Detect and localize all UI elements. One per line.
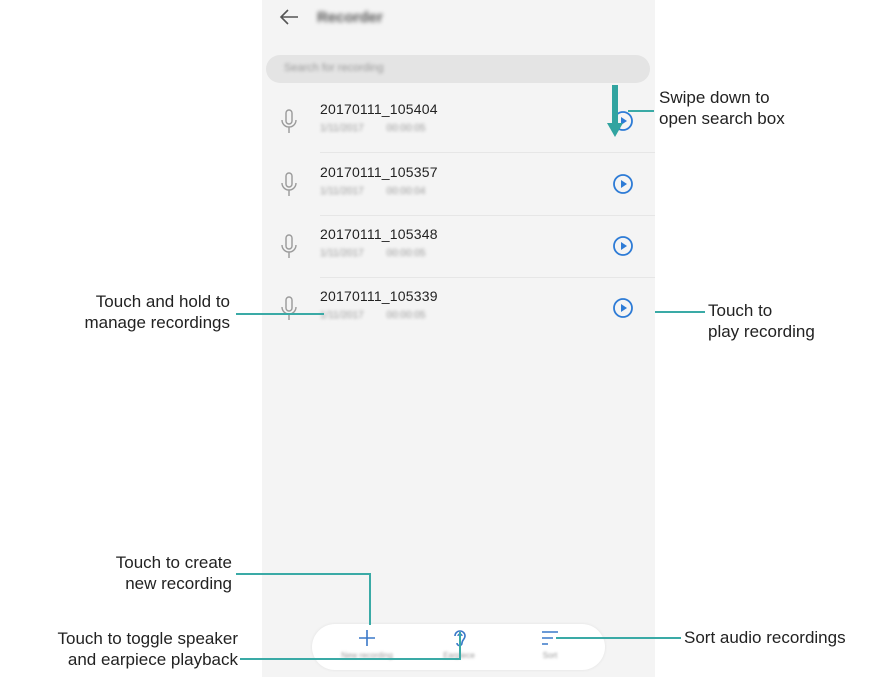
recording-date: 1/11/2017 (320, 248, 364, 259)
search-box[interactable]: Search for recording (266, 55, 650, 83)
swipe-down-arrow-icon (607, 85, 623, 137)
toggle-callout-line1: Touch to toggle speaker (57, 629, 238, 648)
sort-callout: Sort audio recordings (684, 627, 846, 648)
hold-callout: Touch and hold to manage recordings (20, 291, 230, 333)
recording-date: 1/11/2017 (320, 186, 364, 197)
play-icon[interactable] (611, 172, 635, 196)
recording-item[interactable]: 20170111_105404 1/11/2017 00:00:05 (262, 91, 655, 153)
sort-callout-text: Sort audio recordings (684, 628, 846, 647)
top-bar: Recorder (262, 0, 655, 42)
recording-meta: 1/11/2017 00:00:05 (320, 310, 425, 321)
toggle-callout-line2: and earpiece playback (67, 650, 238, 669)
hold-callout-line2: manage recordings (84, 313, 230, 332)
microphone-icon (281, 172, 297, 196)
swipe-callout-line2: open search box (659, 109, 785, 128)
recording-duration: 00:00:05 (386, 248, 426, 259)
sort-button[interactable]: Sort (515, 628, 585, 668)
play-icon[interactable] (611, 296, 635, 320)
back-arrow-icon[interactable] (278, 6, 300, 28)
recording-item[interactable]: 20170111_105339 1/11/2017 00:00:05 (262, 278, 655, 340)
recording-date: 1/11/2017 (320, 123, 364, 134)
plus-icon (359, 630, 375, 646)
play-icon[interactable] (611, 234, 635, 258)
create-callout-line2: new recording (125, 574, 232, 593)
recording-item[interactable]: 20170111_105357 1/11/2017 00:00:04 (262, 154, 655, 216)
create-callout-hline (236, 573, 370, 575)
hold-callout-line (236, 313, 324, 315)
microphone-icon (281, 234, 297, 258)
page-title: Recorder (317, 9, 383, 26)
recording-name: 20170111_105404 (320, 101, 438, 117)
recording-name: 20170111_105357 (320, 164, 438, 180)
recording-meta: 1/11/2017 00:00:05 (320, 123, 425, 134)
play-callout: Touch to play recording (708, 300, 815, 342)
sort-callout-line (556, 637, 681, 639)
search-placeholder: Search for recording (284, 62, 384, 74)
recording-duration: 00:00:05 (386, 123, 426, 134)
play-callout-line (655, 311, 705, 313)
play-callout-line2: play recording (708, 322, 815, 341)
create-callout-vline (369, 573, 371, 625)
recording-date: 1/11/2017 (320, 310, 364, 321)
divider (320, 152, 655, 153)
recording-item[interactable]: 20170111_105348 1/11/2017 00:00:05 (262, 216, 655, 278)
recording-duration: 00:00:05 (386, 310, 426, 321)
recording-meta: 1/11/2017 00:00:05 (320, 248, 425, 259)
sort-label: Sort (542, 651, 558, 660)
recorder-screen: Recorder Search for recording 20170111_1… (262, 0, 655, 677)
new-recording-button[interactable]: New recording (332, 628, 402, 668)
swipe-callout-line1: Swipe down to (659, 88, 770, 107)
toggle-callout: Touch to toggle speaker and earpiece pla… (4, 628, 238, 670)
recording-name: 20170111_105348 (320, 226, 438, 242)
swipe-callout: Swipe down to open search box (659, 87, 785, 129)
toggle-callout-vline (459, 632, 461, 660)
recording-duration: 00:00:04 (386, 186, 426, 197)
create-callout: Touch to create new recording (20, 552, 232, 594)
recording-meta: 1/11/2017 00:00:04 (320, 186, 425, 197)
hold-callout-line1: Touch and hold to (95, 292, 230, 311)
recording-name: 20170111_105339 (320, 288, 438, 304)
microphone-icon (281, 109, 297, 133)
toggle-callout-hline (240, 658, 461, 660)
microphone-icon (281, 296, 297, 320)
create-callout-line1: Touch to create (115, 553, 232, 572)
play-callout-line1: Touch to (708, 301, 773, 320)
swipe-callout-line (628, 110, 654, 112)
